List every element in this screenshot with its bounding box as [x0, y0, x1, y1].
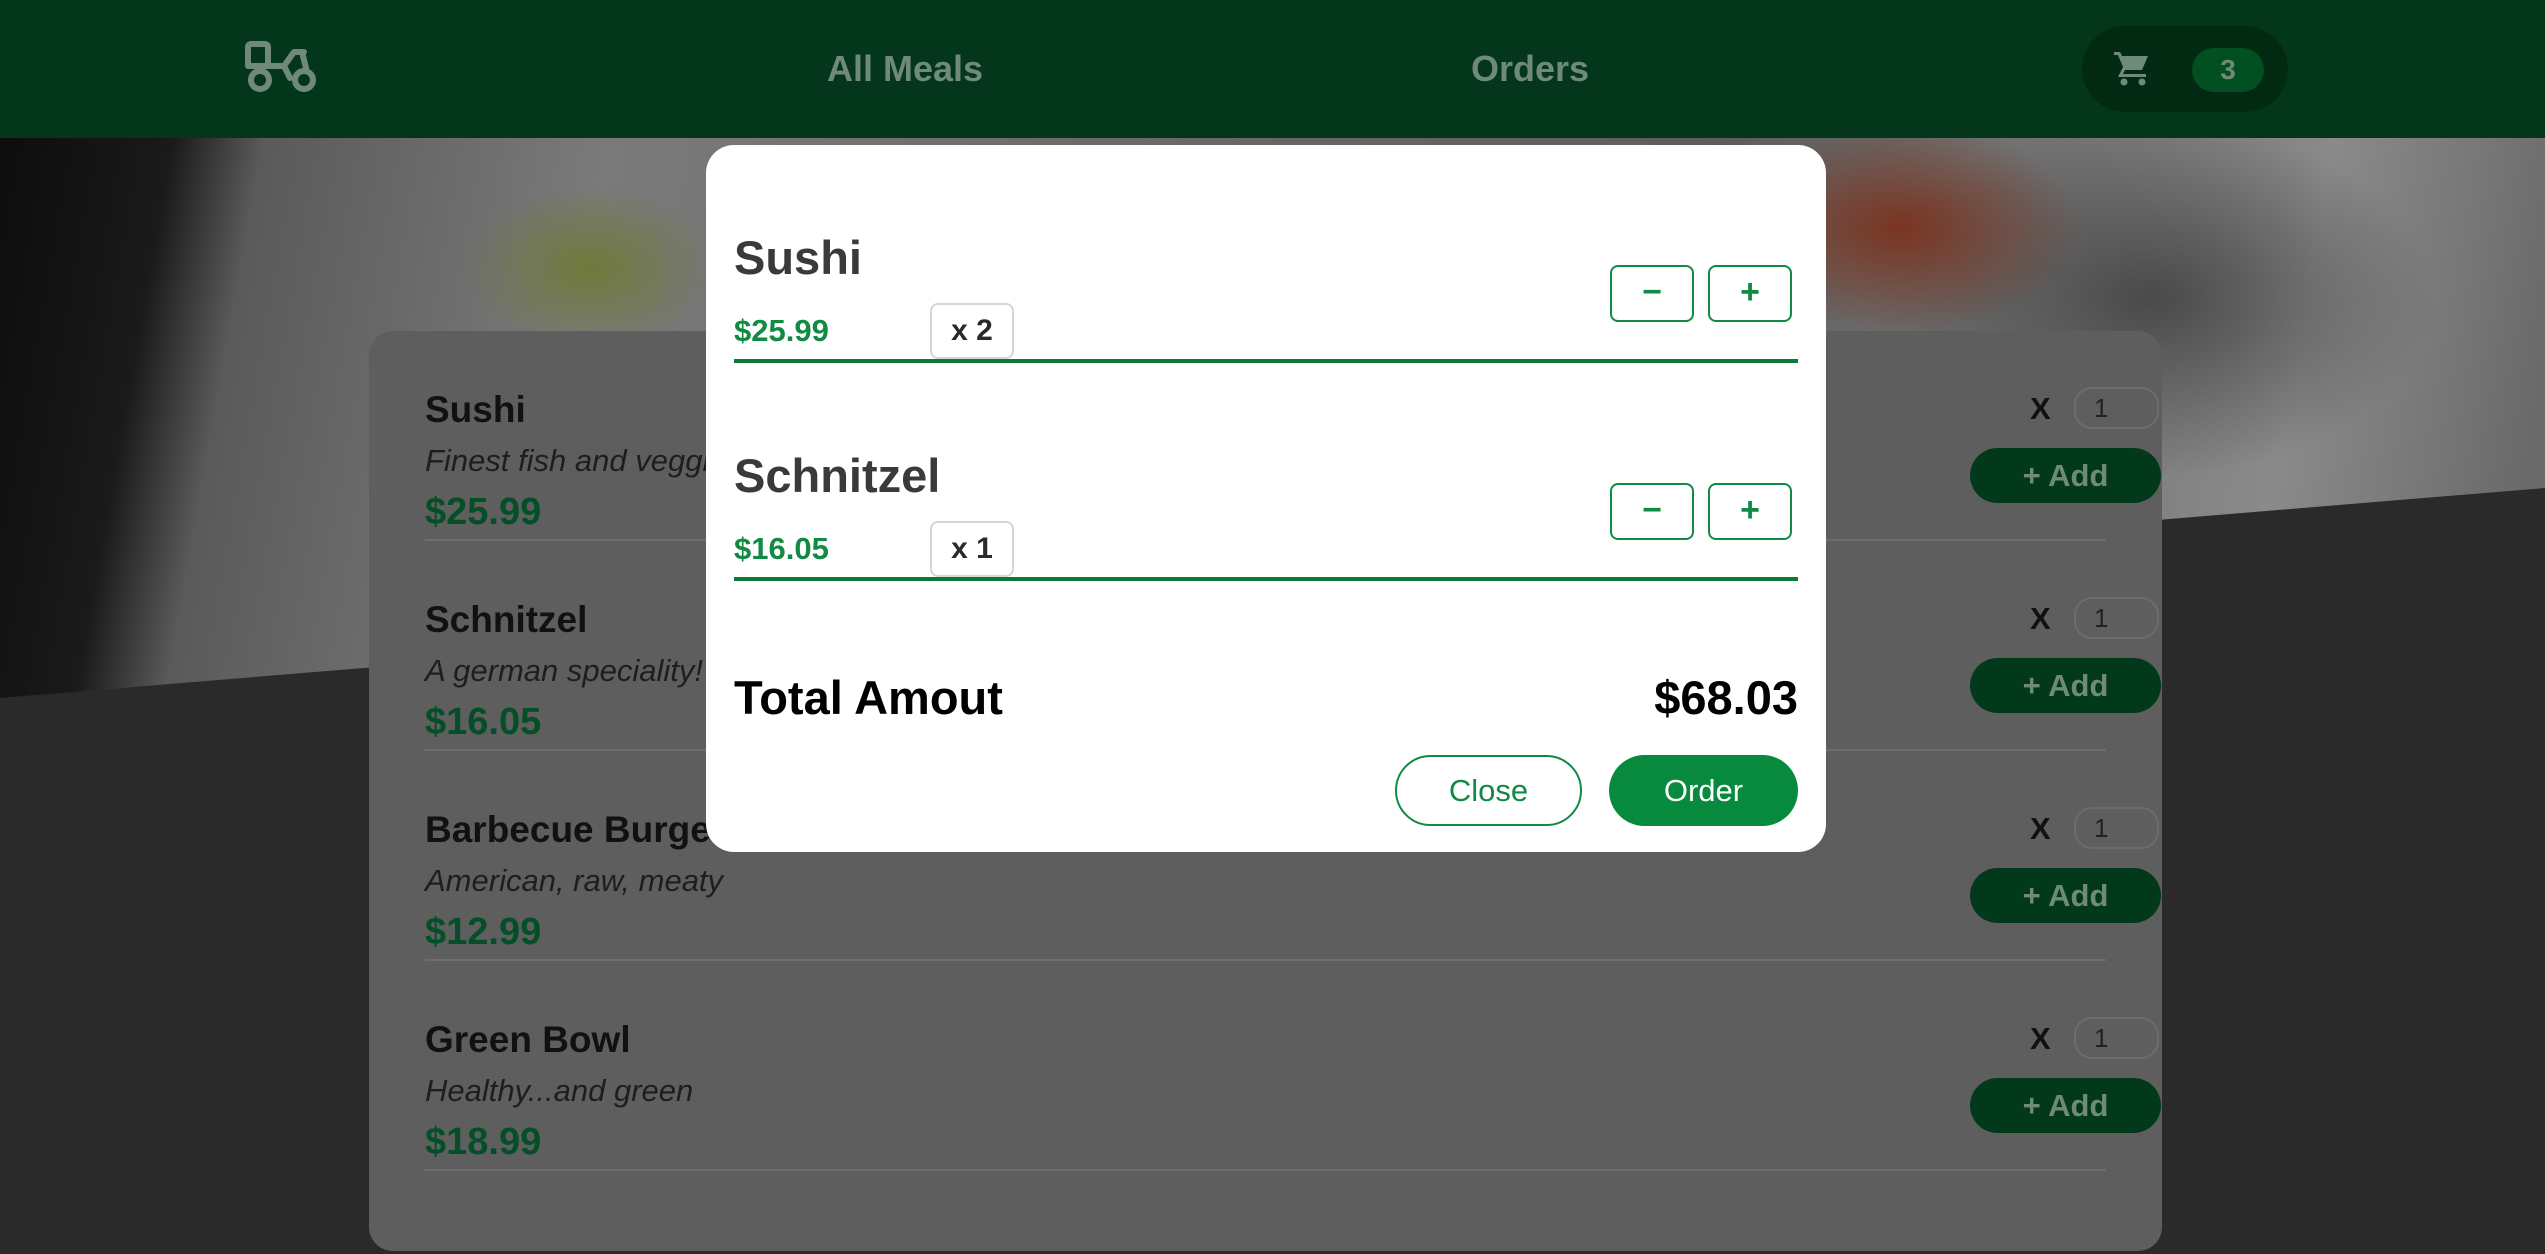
total-amount: $68.03: [1654, 671, 1798, 724]
cart-item: Schnitzel $16.05 x 1 − +: [734, 363, 1798, 581]
order-button[interactable]: Order: [1609, 755, 1798, 826]
cart-item-quantity: x 2: [930, 303, 1014, 359]
close-button[interactable]: Close: [1395, 755, 1582, 826]
decrease-button[interactable]: −: [1610, 483, 1694, 540]
cart-item-price: $25.99: [734, 313, 829, 348]
cart-item-price: $16.05: [734, 531, 829, 566]
cart-item-quantity: x 1: [930, 521, 1014, 577]
cart-modal: Sushi $25.99 x 2 − + Schnitzel $16.05 x …: [706, 145, 1826, 852]
increase-button[interactable]: +: [1708, 265, 1792, 322]
decrease-button[interactable]: −: [1610, 265, 1694, 322]
cart-item-name: Sushi: [734, 231, 862, 284]
total-label: Total Amout: [734, 671, 1003, 724]
cart-item: Sushi $25.99 x 2 − +: [734, 145, 1798, 363]
increase-button[interactable]: +: [1708, 483, 1792, 540]
cart-item-name: Schnitzel: [734, 449, 941, 502]
